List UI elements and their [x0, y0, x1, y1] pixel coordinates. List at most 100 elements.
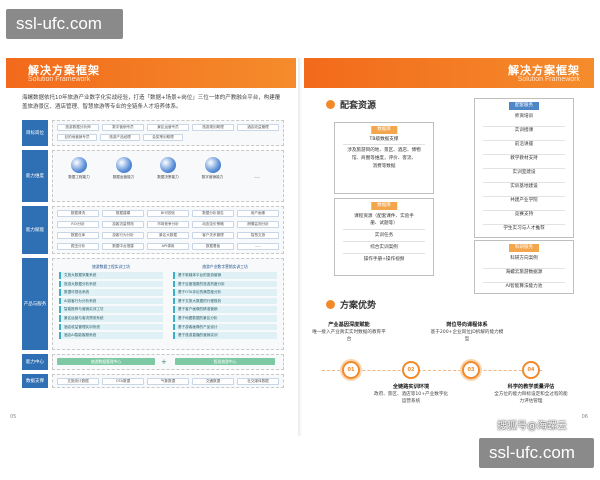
product-column-header: 旅游产业数字营销实训工坊	[202, 264, 248, 269]
data-decision-icon	[160, 157, 176, 173]
product-item: AI游客行为分析系统	[59, 297, 163, 305]
layer-capability: 能力维度 数据工程能力 数据运营能力 数据决策能力 数字营销能力 ......	[22, 150, 284, 202]
chip: 数据看板	[192, 243, 234, 250]
left-banner: 解决方案框架 Solution Framework	[6, 58, 296, 88]
chip: 客户关系管理	[192, 232, 234, 239]
chip: 数据仓库	[57, 232, 99, 239]
box-line: 实训室建设	[512, 170, 536, 175]
layer-body: 旅游数据分析师 数字营销专员 景区运营专员 旅游规划助理 酒店收益管理 目的地营…	[52, 120, 284, 146]
product-item: 基于文旅大数据的行程规划	[173, 297, 277, 305]
advantage-number-01: 01	[342, 361, 360, 379]
box-line: 实训任务	[374, 233, 394, 238]
layer-body: 旅游数据工程实训工坊 文旅大数据采集系统 旅游大数据分析系统 数据可视化系统 A…	[52, 258, 284, 350]
product-column-b: 旅游产业数字营销实训工坊 基于新媒体平台的旅游营销 基于百度指数的旅游热度分析 …	[173, 263, 277, 339]
box-line: 实训授课	[514, 128, 534, 133]
capability-caption: 数据工程能力	[68, 175, 90, 179]
right-page-subtitle: Solution Framework	[517, 76, 580, 83]
chip-row: 目的地营销专员 旅游产品经理 会奖策划助理	[57, 134, 183, 141]
product-item: 基于新媒体平台的旅游营销	[173, 272, 277, 279]
chip: ......	[237, 243, 279, 250]
box-line: 课程资源（配套课件、实验手	[354, 214, 414, 219]
box-title: 科研服务	[509, 244, 539, 252]
product-item: 文旅大数据采集系统	[59, 272, 163, 279]
product-item: 基于旅游直播的营销实训	[173, 332, 277, 339]
layer-label: 目标岗位	[22, 120, 48, 146]
chip-row: ROI分析 游客流量预测 市场竞争分析 动态定价策略 舆情监测分析	[57, 221, 279, 228]
chip: 爬虫分析	[57, 243, 99, 250]
box-line: 实训基地建设	[510, 184, 538, 189]
layer-body: 数据清洗 数据建模 BI可视化 数据分析报告 用户画像 ROI分析 游客流量预测…	[52, 206, 284, 254]
advantage-01: 产业基因深度赋能 唯一接入产业真实实时数据的教育平台	[312, 322, 386, 343]
digital-marketing-icon	[204, 157, 221, 173]
capability-caption: ......	[253, 175, 261, 179]
chip: 会奖策划助理	[143, 134, 183, 141]
layer-label: 产品与服务	[22, 258, 48, 350]
chip: 用户画像	[237, 210, 279, 217]
center-bar: 旅游数据管理中心	[57, 358, 155, 365]
chip: 文旅统计数据	[57, 378, 99, 385]
box-line: 综合实训案例	[370, 245, 398, 250]
advantage-number-04: 04	[522, 361, 540, 379]
separator	[343, 253, 425, 254]
chip: 景区大数据	[147, 232, 189, 239]
box-line: 科研方向案例	[510, 256, 538, 261]
layer-label: 能力赋能	[22, 206, 48, 254]
database-box: 数据库 TB级数据支撑 涉及旅游目的地、景区、酒店、博物 馆、商圈等维度，评价、…	[334, 122, 434, 194]
chip: 旅游规划助理	[192, 124, 234, 131]
intro-paragraph: 海螺数据依托10年旅游产业数字化实战经验，打造「数据+场景+岗位」三位一体的产教…	[22, 95, 281, 110]
product-item: 景区运营与客流预测系统	[59, 314, 163, 322]
advantages-title: 方案优势	[340, 301, 377, 311]
product-item: 酒店收益管理实训系统	[59, 323, 163, 331]
left-page-subtitle: Solution Framework	[28, 76, 91, 83]
brochure-spread: 解决方案框架 Solution Framework 海螺数据依托10年旅游产业数…	[6, 58, 594, 436]
chip: 旅游产品经理	[100, 134, 140, 141]
chip: 酒店收益管理	[237, 124, 279, 131]
chip: 旅游数据分析师	[57, 124, 99, 131]
chip-row: 数据清洗 数据建模 BI可视化 数据分析报告 用户画像	[57, 210, 279, 217]
box-title: 数据库	[371, 126, 397, 134]
advantage-title: 产业基因深度赋能	[328, 322, 370, 328]
page-number-left: 05	[10, 414, 17, 420]
advantage-description: 全方位的能力目标设定和全过程的能力评估管理	[494, 392, 568, 404]
product-column-a: 旅游数据工程实训工坊 文旅大数据采集系统 旅游大数据分析系统 数据可视化系统 A…	[59, 263, 163, 339]
chip: ROI分析	[57, 221, 99, 228]
capability-caption: 数据决策能力	[157, 175, 179, 179]
plus-icon: +	[161, 358, 167, 366]
advantage-title: 全链路实训环境	[392, 384, 430, 390]
chip: API调用	[147, 243, 189, 250]
capability-icons: 数据工程能力 数据运营能力 数据决策能力 数字营销能力 ......	[59, 157, 277, 180]
chip-row: 数据仓库 游客行为分析 景区大数据 客户关系管理 智慧文旅	[57, 232, 279, 239]
research-box: 科研服务 科研方向案例 海螺云旅游数据源 AI智能算法能力池	[474, 240, 574, 294]
product-item: 基于客户画像的精准营销	[173, 306, 277, 313]
layer-body: 文旅统计数据 OTA数据 气象数据 交通数据 社交媒体数据	[52, 374, 284, 388]
chip-row: 旅游数据分析师 数字营销专员 景区运营专员 旅游规划助理 酒店收益管理	[57, 124, 279, 131]
resources-title: 配套资源	[340, 101, 377, 111]
advantage-description: 唯一接入产业真实实时数据的教育平台	[312, 330, 386, 342]
box-line: 前沿讲座	[514, 142, 534, 147]
advantage-description: 政府、景区、酒店等10+产业数字化运营系统	[374, 392, 449, 404]
advantage-02: 全链路实训环境 政府、景区、酒店等10+产业数字化运营系统	[374, 384, 448, 405]
box-title: 数据库	[371, 202, 397, 210]
layer-capability-center: 能力中心 旅游数据管理中心 + 智慧旅游中心	[22, 354, 284, 370]
layer-label: 数据支撑	[22, 374, 48, 388]
page-number-right: 06	[581, 414, 588, 420]
box-line: 共建产业学院	[510, 198, 538, 203]
chip: 交通数据	[192, 378, 234, 385]
advantage-number-02: 02	[402, 361, 420, 379]
right-banner: 解决方案框架 Solution Framework	[304, 58, 594, 88]
chip: 数据清洗	[57, 210, 99, 217]
product-item: 基于百度指数的旅游热度分析	[173, 280, 277, 288]
box-line: 师资培训	[514, 114, 534, 119]
chip-row: 文旅统计数据 OTA数据 气象数据 交通数据 社交媒体数据	[57, 378, 279, 385]
capability-item: 数字营销能力	[193, 157, 233, 180]
chip: 数字营销专员	[102, 124, 144, 131]
separator	[343, 241, 425, 242]
chip: OTA数据	[102, 378, 144, 385]
chip: 气象数据	[147, 378, 189, 385]
separator	[343, 229, 425, 230]
product-column-header: 旅游数据工程实训工坊	[92, 264, 130, 269]
center-bar: 智慧旅游中心	[175, 358, 275, 365]
box-line: AI智能算法能力池	[505, 284, 543, 289]
watermark-top: ssl-ufc.com	[6, 9, 123, 39]
box-line: 学生实习与人才推荐	[503, 226, 545, 231]
